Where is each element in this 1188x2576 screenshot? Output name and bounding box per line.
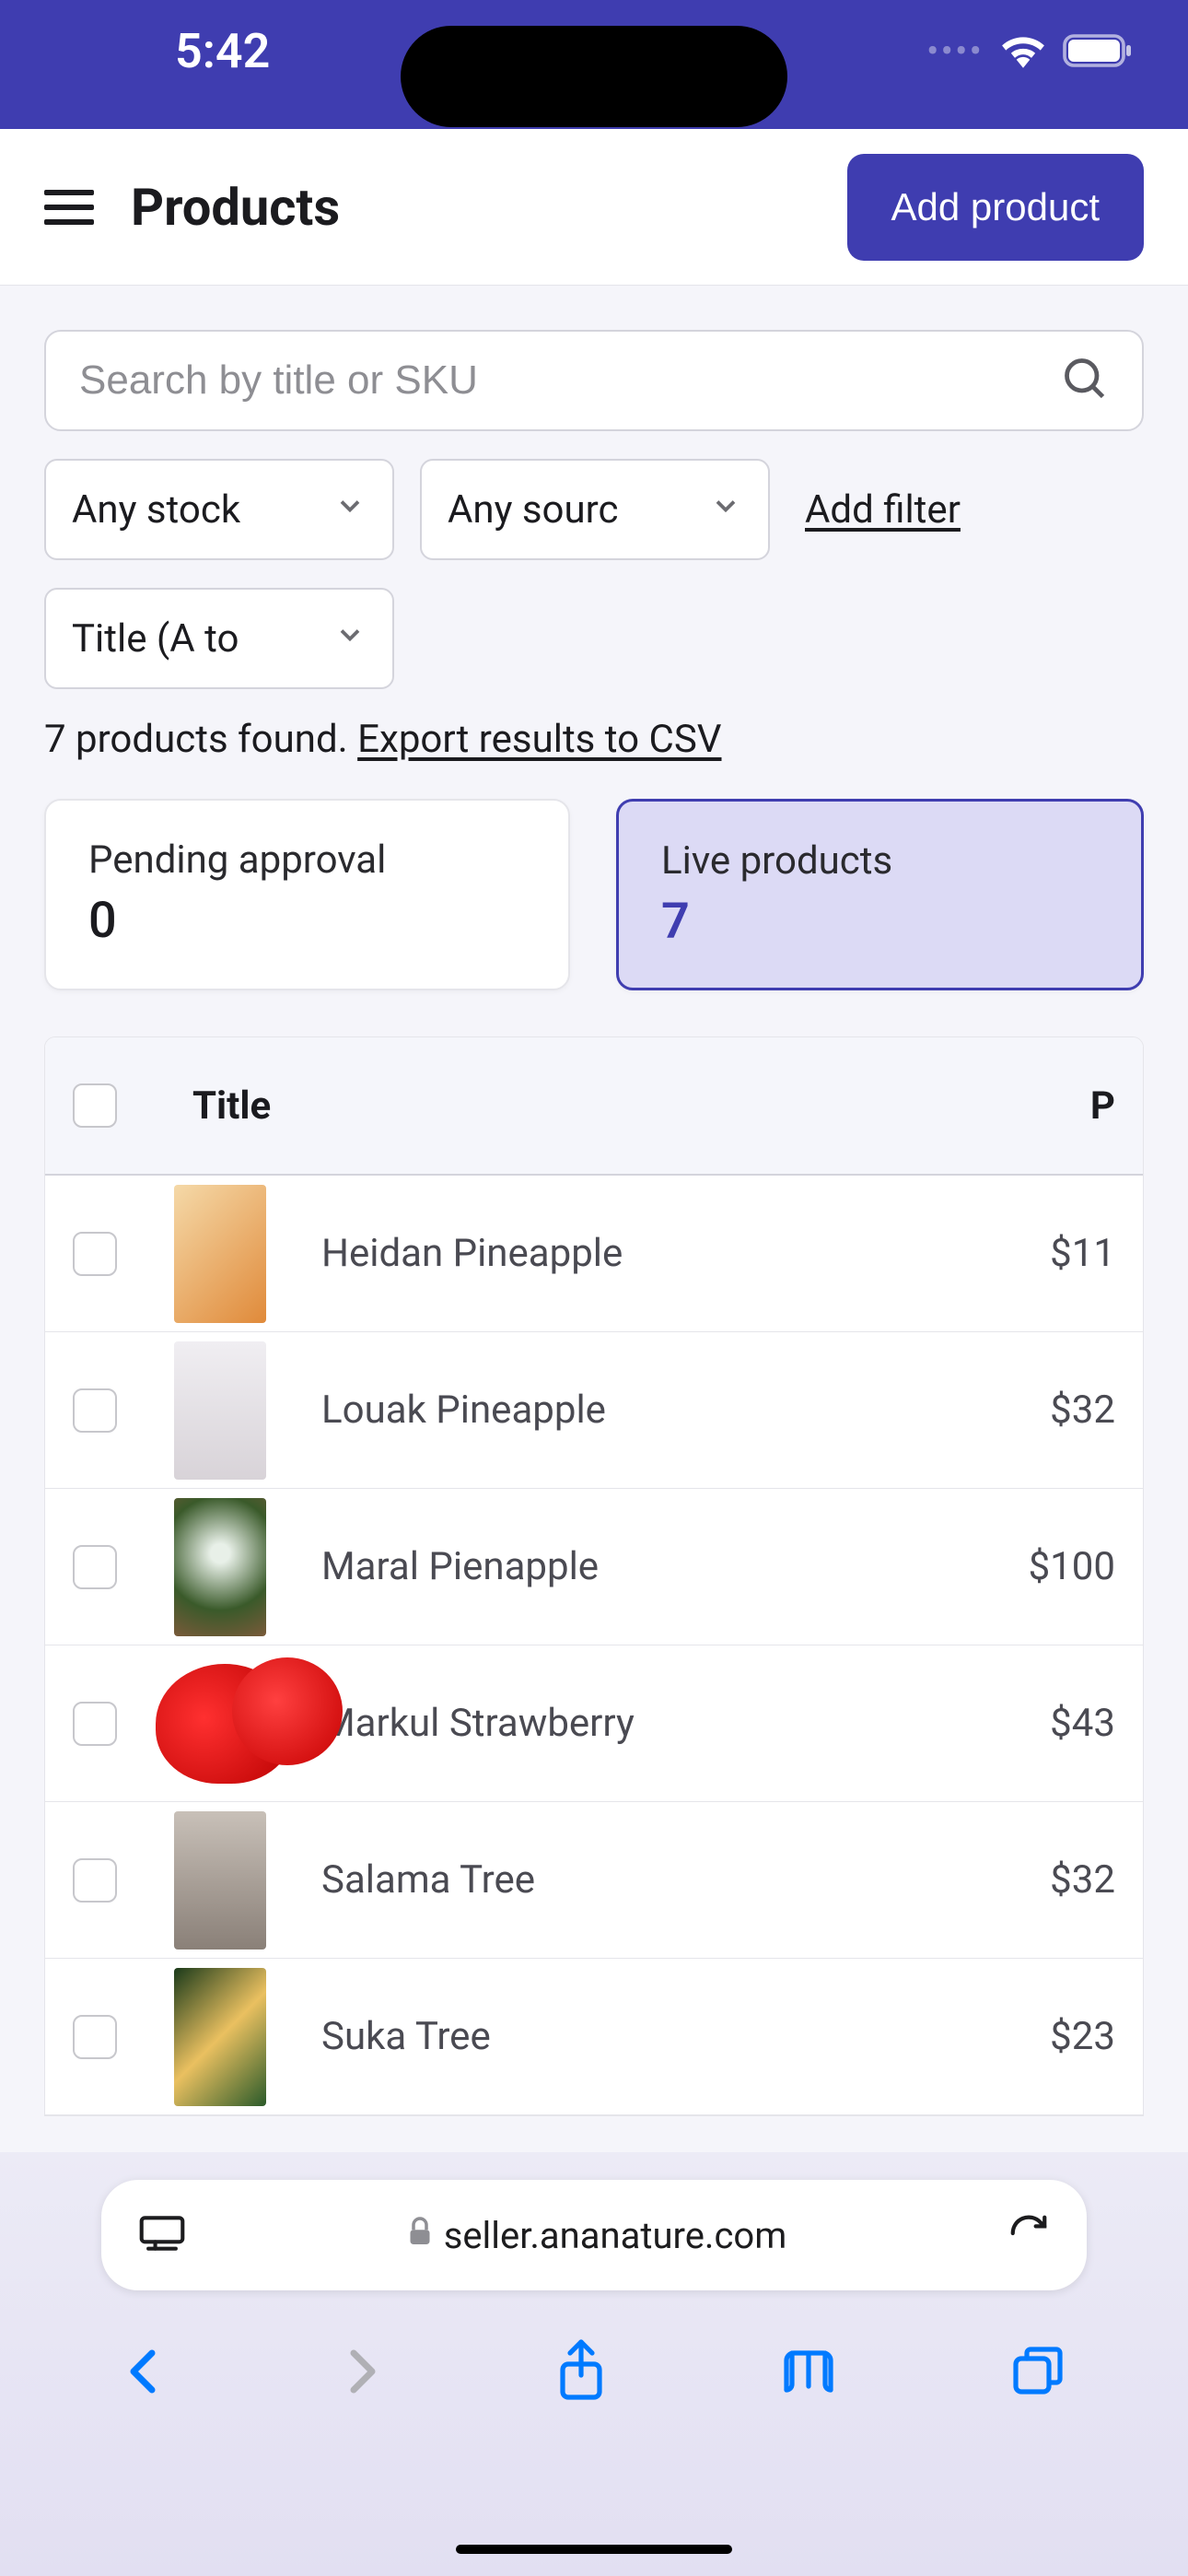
back-button[interactable]	[122, 2342, 167, 2405]
add-product-button[interactable]: Add product	[847, 154, 1145, 261]
product-thumbnail	[174, 1664, 294, 1784]
row-checkbox-cell	[73, 1545, 174, 1589]
table-row[interactable]: Heidan Pineapple$11	[45, 1176, 1143, 1332]
signal-dots: ••••	[926, 29, 984, 73]
status-bar: 5:42 ••••	[0, 0, 1188, 129]
product-title: Maral Pienapple	[294, 1544, 986, 1589]
notch	[401, 26, 787, 127]
table-row[interactable]: Louak Pineapple$32	[45, 1332, 1143, 1489]
status-time: 5:42	[175, 23, 270, 79]
live-products-card[interactable]: Live products 7	[616, 799, 1144, 990]
lock-icon	[407, 2217, 433, 2254]
row-checkbox[interactable]	[73, 1545, 117, 1589]
table-header: Title P	[45, 1037, 1143, 1176]
search-icon[interactable]	[1061, 355, 1109, 406]
results-summary: 7 products found. Export results to CSV	[44, 717, 1144, 762]
select-all-cell	[73, 1083, 174, 1128]
url-host: seller.ananature.com	[444, 2214, 787, 2257]
table-body: Heidan Pineapple$11Louak Pineapple$32Mar…	[45, 1176, 1143, 2115]
forward-button[interactable]	[339, 2342, 383, 2405]
url-bar[interactable]: seller.ananature.com	[101, 2180, 1087, 2290]
browser-toolbar	[0, 2290, 1188, 2456]
sort-filter[interactable]: Title (A to	[44, 588, 394, 689]
product-price: $43	[986, 1701, 1115, 1746]
product-price: $23	[986, 2014, 1115, 2059]
wifi-icon	[1000, 33, 1046, 68]
menu-icon[interactable]	[44, 190, 94, 225]
live-products-label: Live products	[661, 838, 1099, 884]
app-header: Products Add product	[0, 129, 1188, 286]
product-price: $32	[986, 1388, 1115, 1433]
row-checkbox-cell	[73, 2015, 174, 2059]
page-title: Products	[131, 177, 810, 238]
product-price: $11	[986, 1231, 1115, 1276]
search-input[interactable]	[79, 357, 1061, 404]
product-title: Louak Pineapple	[294, 1388, 986, 1433]
table-row[interactable]: Suka Tree$23	[45, 1959, 1143, 2115]
row-checkbox-cell	[73, 1388, 174, 1433]
product-price: $100	[986, 1544, 1115, 1589]
table-row[interactable]: Salama Tree$32	[45, 1802, 1143, 1959]
product-price: $32	[986, 1857, 1115, 1903]
add-filter-link[interactable]: Add filter	[796, 487, 970, 533]
product-thumbnail	[174, 1968, 294, 2106]
filter-row: Any stock Any sourc Add filter	[44, 459, 1144, 560]
browser-chrome: seller.ananature.com	[0, 2152, 1188, 2576]
row-checkbox-cell	[73, 1232, 174, 1276]
sort-row: Title (A to	[44, 588, 1144, 689]
tabs-button[interactable]	[1010, 2344, 1066, 2403]
export-csv-link[interactable]: Export results to CSV	[357, 717, 721, 762]
page-settings-icon[interactable]	[138, 2213, 186, 2257]
row-checkbox[interactable]	[73, 1702, 117, 1746]
select-all-checkbox[interactable]	[73, 1083, 117, 1128]
sort-filter-label: Title (A to	[72, 616, 317, 662]
table-row[interactable]: Markul Strawberry$43	[45, 1645, 1143, 1802]
product-thumbnail	[174, 1185, 294, 1323]
pending-approval-value: 0	[88, 892, 526, 950]
column-header-price[interactable]: P	[1060, 1083, 1115, 1129]
pending-approval-card[interactable]: Pending approval 0	[44, 799, 570, 990]
product-title: Suka Tree	[294, 2014, 986, 2059]
product-title: Salama Tree	[294, 1857, 986, 1903]
product-title: Heidan Pineapple	[294, 1231, 986, 1276]
row-checkbox[interactable]	[73, 1388, 117, 1433]
source-filter-label: Any sourc	[448, 487, 693, 533]
search-wrapper[interactable]	[44, 330, 1144, 431]
stock-filter[interactable]: Any stock	[44, 459, 394, 560]
pending-approval-label: Pending approval	[88, 837, 526, 883]
chevron-down-icon	[333, 616, 367, 662]
product-thumbnail	[174, 1341, 294, 1480]
column-header-title[interactable]: Title	[174, 1083, 1060, 1129]
live-products-value: 7	[661, 893, 1099, 951]
results-count: 7 products found.	[44, 717, 357, 762]
content-area: Any stock Any sourc Add filter Title (A …	[0, 286, 1188, 2160]
product-thumbnail	[174, 1498, 294, 1636]
bookmarks-button[interactable]	[779, 2345, 838, 2402]
row-checkbox[interactable]	[73, 1232, 117, 1276]
product-thumbnail	[174, 1811, 294, 1950]
source-filter[interactable]: Any sourc	[420, 459, 770, 560]
products-table: Title P Heidan Pineapple$11Louak Pineapp…	[44, 1036, 1144, 2116]
status-icons: ••••	[926, 29, 1133, 73]
home-indicator[interactable]	[456, 2545, 732, 2554]
stock-filter-label: Any stock	[72, 487, 317, 533]
reload-icon[interactable]	[1007, 2212, 1050, 2258]
stat-cards: Pending approval 0 Live products 7	[44, 799, 1144, 990]
chevron-down-icon	[709, 487, 742, 533]
battery-icon	[1063, 33, 1133, 68]
row-checkbox[interactable]	[73, 2015, 117, 2059]
row-checkbox-cell	[73, 1858, 174, 1903]
chevron-down-icon	[333, 487, 367, 533]
product-title: Markul Strawberry	[294, 1701, 986, 1746]
url-text[interactable]: seller.ananature.com	[186, 2214, 1007, 2257]
table-row[interactable]: Maral Pienapple$100	[45, 1489, 1143, 1645]
share-button[interactable]	[555, 2338, 607, 2408]
row-checkbox[interactable]	[73, 1858, 117, 1903]
